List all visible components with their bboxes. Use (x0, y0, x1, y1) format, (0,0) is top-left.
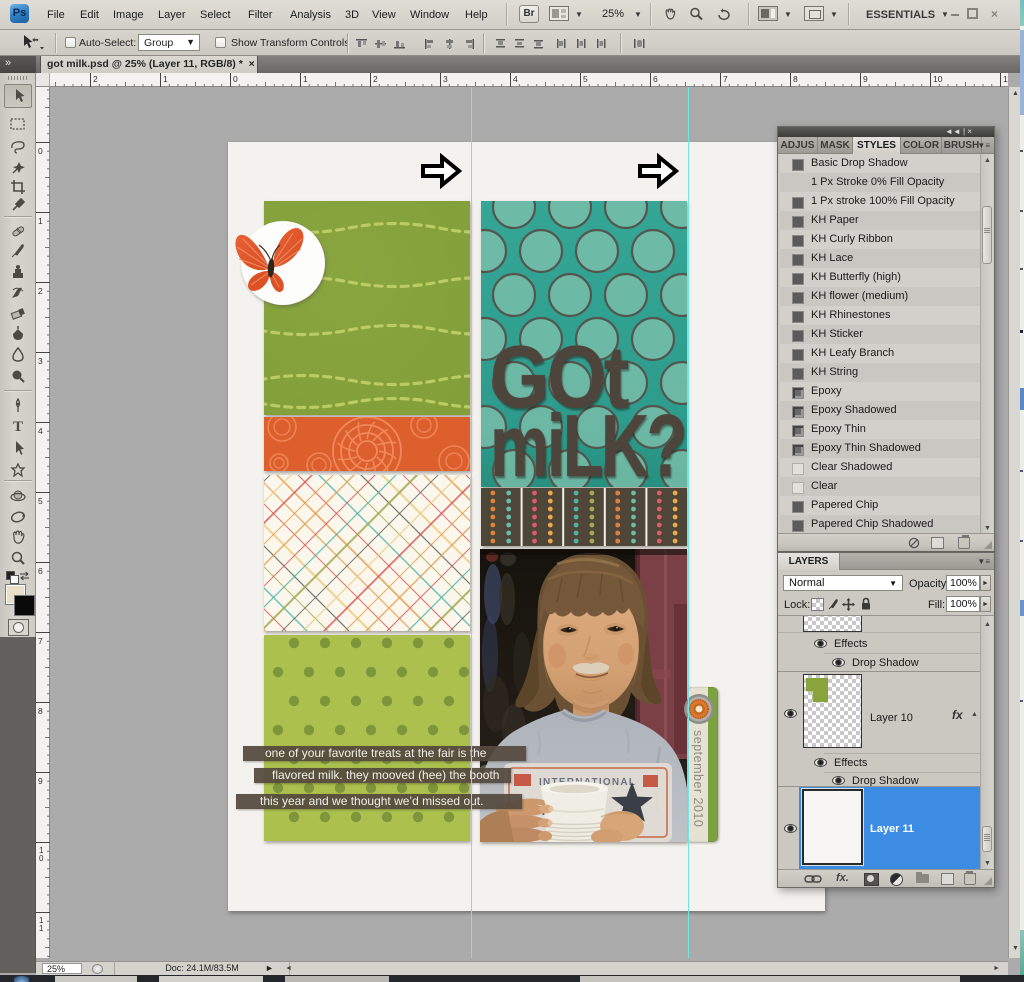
svg-text:5: 5 (583, 74, 588, 84)
svg-text:7: 7 (38, 636, 43, 646)
svg-text:1: 1 (39, 924, 44, 933)
svg-text:10: 10 (933, 74, 943, 84)
svg-text:T: T (13, 419, 23, 435)
svg-text:2: 2 (93, 74, 98, 84)
svg-text:0: 0 (233, 74, 238, 84)
svg-text:0: 0 (39, 854, 44, 863)
svg-text:8: 8 (793, 74, 798, 84)
svg-text:11: 11 (1003, 74, 1008, 84)
svg-text:4: 4 (38, 426, 43, 436)
svg-text:2: 2 (38, 286, 43, 296)
svg-text:0: 0 (38, 146, 43, 156)
svg-text:1: 1 (163, 74, 168, 84)
svg-text:9: 9 (863, 74, 868, 84)
svg-text:1: 1 (303, 74, 308, 84)
svg-text:1: 1 (38, 216, 43, 226)
svg-text:4: 4 (513, 74, 518, 84)
svg-text:5: 5 (38, 496, 43, 506)
svg-text:2: 2 (373, 74, 378, 84)
svg-text:3: 3 (443, 74, 448, 84)
svg-text:6: 6 (38, 566, 43, 576)
svg-text:8: 8 (38, 706, 43, 716)
svg-text:7: 7 (723, 74, 728, 84)
svg-text:6: 6 (653, 74, 658, 84)
svg-text:3: 3 (38, 356, 43, 366)
svg-text:9: 9 (38, 776, 43, 786)
